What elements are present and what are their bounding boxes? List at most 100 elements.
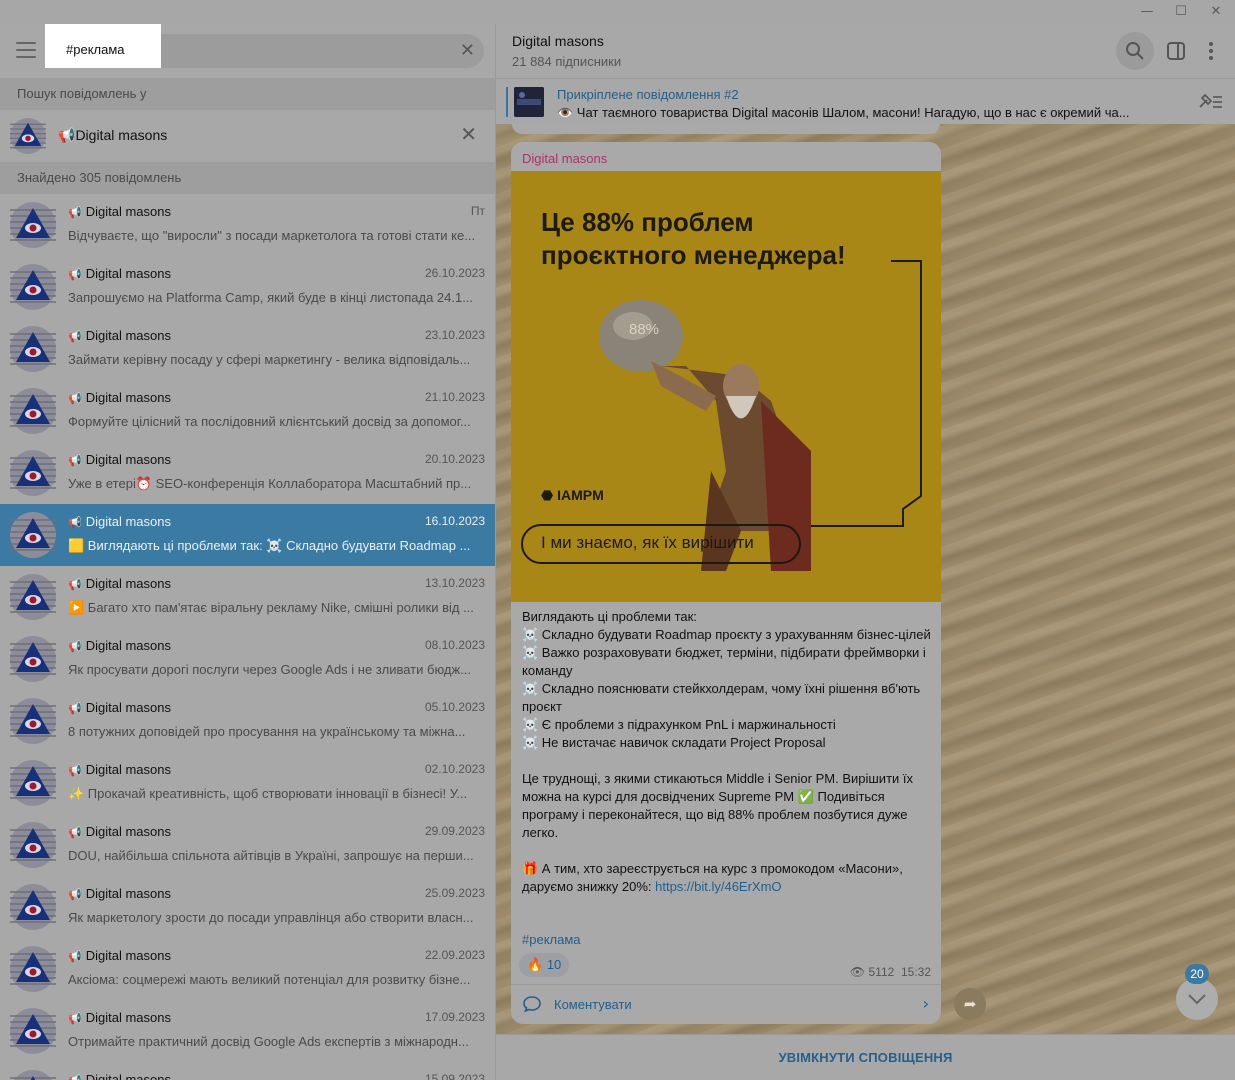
comment-label: Коментувати (554, 997, 632, 1012)
result-date: 23.10.2023 (424, 328, 485, 342)
result-title: 📢Digital masons (68, 204, 171, 219)
search-result-row[interactable]: 📢 Digital masons 23.10.2023 Займати керівну… (0, 318, 495, 380)
search-input[interactable] (66, 42, 266, 57)
channel-avatar (10, 946, 56, 992)
result-snippet: Займати керівну посаду у сфері маркетинг… (68, 352, 471, 367)
chat-header[interactable]: Digital masons 21 884 підписники (496, 24, 1235, 78)
result-snippet: Отримайте практичний досвід Google Ads е… (68, 1034, 469, 1049)
result-date: 26.10.2023 (424, 266, 485, 280)
result-date: 21.10.2023 (424, 390, 485, 404)
image-headline: Це 88% проблем проєктного менеджера! (541, 207, 846, 270)
result-title: 📢Digital masons (68, 638, 171, 653)
bottom-bar: УВІМКНУТИ СПОВІЩЕННЯ (496, 1034, 1235, 1080)
channel-avatar (10, 760, 56, 806)
scroll-down-button[interactable] (1176, 978, 1218, 1020)
result-date: Пт (470, 204, 485, 218)
image-percent: 88% (629, 321, 660, 338)
pinned-title: Прикріплене повідомлення #2 (557, 87, 739, 102)
megaphone-icon: 📢 (68, 392, 82, 405)
maximize-icon[interactable]: ☐ (1172, 3, 1190, 21)
channel-avatar (10, 512, 56, 558)
search-result-row[interactable]: 📢 Digital masons 17.09.2023 Отримайте практ… (0, 1000, 495, 1062)
channel-avatar (10, 450, 56, 496)
search-result-row[interactable]: 📢 Digital masons 16.10.2023 🟨 Виглядають ці… (0, 504, 495, 566)
result-date: 05.10.2023 (424, 700, 485, 714)
result-title: 📢Digital masons (68, 1010, 171, 1025)
search-result-row[interactable]: 📢 Digital masons Пт Відчуваєте, що "виросли… (0, 194, 495, 256)
hamburger-menu-icon[interactable] (16, 42, 36, 58)
channel-avatar (10, 202, 56, 248)
result-snippet: DOU, найбільша спільнота айтівців в Укра… (68, 848, 474, 863)
search-result-row[interactable]: 📢 Digital masons 05.10.2023 8 потужних допо… (0, 690, 495, 752)
message-bubble[interactable]: Digital masons 88% Це 88% проблем проєкт… (511, 142, 941, 1024)
message-line: Виглядають ці проблеми так: (522, 609, 697, 624)
channel-avatar (10, 388, 56, 434)
close-icon[interactable]: ✕ (1207, 3, 1225, 21)
megaphone-icon: 📢 (68, 950, 82, 963)
search-results-list: 📢 Digital masons Пт Відчуваєте, що "виросли… (0, 194, 495, 1080)
enable-notifications-button[interactable]: УВІМКНУТИ СПОВІЩЕННЯ (496, 1050, 1235, 1065)
message-line: ☠️ Є проблеми з підрахунком PnL і маржин… (522, 717, 836, 732)
channel-avatar (10, 698, 56, 744)
megaphone-icon: 📢 (68, 702, 82, 715)
channel-avatar (10, 636, 56, 682)
message-sender[interactable]: Digital masons (522, 151, 607, 166)
minimize-icon[interactable]: — (1138, 3, 1156, 21)
result-date: 29.09.2023 (424, 824, 485, 838)
image-cta-text: І ми знаємо, як їх вирішити (541, 533, 754, 552)
unpin-icon[interactable] (1197, 91, 1223, 115)
hashtag-link[interactable]: #реклама (522, 932, 581, 947)
search-result-row[interactable]: 📢 Digital masons 02.10.2023 ✨ Прокачай креа… (0, 752, 495, 814)
megaphone-icon: 📢 (68, 268, 82, 281)
result-date: 08.10.2023 (424, 638, 485, 652)
view-count: 5112 (868, 965, 895, 979)
search-header: ✕ (0, 24, 495, 78)
result-snippet: Як маркетологу зрости до посади управлін… (68, 910, 474, 925)
search-result-row[interactable]: 📢 Digital masons 20.10.2023 Уже в етері⏰ SE… (0, 442, 495, 504)
message-line: ☠️ Складно будувати Roadmap проєкту з ур… (522, 627, 931, 642)
channel-avatar (10, 1008, 56, 1054)
search-result-row[interactable]: 📢 Digital masons 21.10.2023 Формуйте цілісн… (0, 380, 495, 442)
remove-filter-icon[interactable]: ✕ (460, 122, 477, 146)
share-icon[interactable]: ➦ (954, 988, 986, 1020)
more-options-icon[interactable] (1199, 39, 1223, 63)
megaphone-icon: 📢 (68, 206, 82, 219)
search-result-row[interactable]: 📢 Digital masons 26.10.2023 Запрошуємо на P… (0, 256, 495, 318)
result-date: 20.10.2023 (424, 452, 485, 466)
search-result-row[interactable]: 📢 Digital masons 29.09.2023 DOU, найбільша … (0, 814, 495, 876)
result-title: 📢Digital masons (68, 266, 171, 281)
result-snippet: Уже в етері⏰ SEO-конференція Коллаборато… (68, 476, 472, 491)
result-date: 15.09.2023 (424, 1072, 485, 1080)
channel-avatar (10, 264, 56, 310)
message-image[interactable]: 88% Це 88% проблем проєктного менеджера!… (511, 171, 941, 602)
megaphone-icon: 📢 (68, 888, 82, 901)
search-result-row[interactable]: 📢 Digital masons 08.10.2023 Як просувати до… (0, 628, 495, 690)
message-line: ☠️ Складно пояснювати стейкхолдерам, чом… (522, 681, 921, 714)
result-title: 📢Digital masons (68, 576, 171, 591)
sidebar-toggle-icon[interactable] (1164, 39, 1188, 63)
search-result-row[interactable]: 📢Digital masons 15.09.2023 (0, 1062, 495, 1080)
megaphone-icon: 📢 (68, 516, 82, 529)
unread-badge: 20 (1185, 964, 1209, 984)
search-result-row[interactable]: 📢 Digital masons 13.10.2023 ▶️ Багато хто п… (0, 566, 495, 628)
channel-filter[interactable]: 📢Digital masons ✕ (0, 110, 495, 162)
search-clear-icon[interactable]: ✕ (460, 40, 475, 61)
comments-button[interactable]: Коментувати › (511, 984, 941, 1024)
chevron-down-icon (1188, 994, 1206, 1005)
search-result-row[interactable]: 📢 Digital masons 22.09.2023 Аксіома: соцмер… (0, 938, 495, 1000)
reaction-chip[interactable]: 🔥 10 (519, 953, 570, 977)
found-count-label: Знайдено 305 повідомлень (0, 162, 495, 194)
result-title: 📢Digital masons (68, 452, 171, 467)
result-date: 22.09.2023 (424, 948, 485, 962)
result-snippet: ✨ Прокачай креативність, щоб створювати … (68, 786, 468, 801)
promo-link[interactable]: https://bit.ly/46ErXmO (655, 879, 781, 894)
search-result-row[interactable]: 📢 Digital masons 25.09.2023 Як маркетологу … (0, 876, 495, 938)
result-title: 📢Digital masons (68, 700, 171, 715)
megaphone-icon: 📢 (68, 578, 82, 591)
result-title: 📢Digital masons (68, 886, 171, 901)
message-paragraph: Це труднощі, з якими стикаються Middle і… (522, 771, 914, 840)
search-icon[interactable] (1123, 39, 1147, 63)
pinned-message-bar[interactable]: Прикріплене повідомлення #2 👁️ Чат таємн… (496, 78, 1235, 124)
result-title: 📢Digital masons (68, 514, 171, 529)
message-paragraph: 🎁 А тим, хто зареєструється на курс з пр… (522, 861, 903, 894)
